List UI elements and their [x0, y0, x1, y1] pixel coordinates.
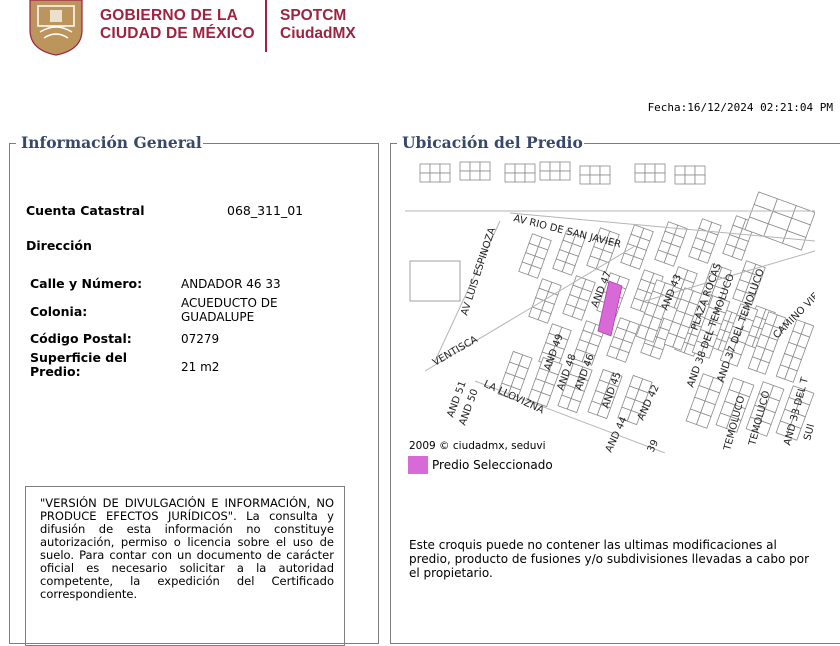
map-block [504, 163, 536, 183]
colonia-value-line-2: GUADALUPE [181, 310, 255, 324]
header-divider [265, 0, 267, 52]
fecha-timestamp: Fecha:16/12/2024 02:21:04 PM [647, 101, 833, 114]
brand-line-2: CiudadMX [280, 25, 356, 42]
fieldset-border [391, 143, 397, 144]
calle-label: Calle y Número: [30, 276, 143, 291]
map-block [419, 163, 451, 183]
cdmx-shield-logo [29, 0, 83, 56]
cuenta-catastral-label: Cuenta Catastral [26, 203, 145, 218]
croquis-note: Este croquis puede no contener las ultim… [409, 538, 810, 580]
map-block [459, 161, 491, 181]
predio-seleccionado-swatch [408, 456, 428, 474]
cuenta-catastral-value: 068_311_01 [227, 203, 304, 218]
superficie-label-line-2: Predio: [30, 364, 81, 379]
fieldset-border [192, 143, 378, 144]
map-block [579, 165, 611, 185]
brand-title: SPOTCM CiudadMX [280, 7, 356, 43]
direccion-label: Dirección [26, 238, 92, 253]
map-canvas: AV RIO DE SAN JAVIERAV LUIS ESPINOZAVENT… [405, 161, 815, 453]
colonia-label: Colonia: [30, 304, 88, 319]
colonia-value: ACUEDUCTO DE GUADALUPE [181, 296, 278, 324]
ubicacion-predio-title: Ubicación del Predio [401, 133, 584, 152]
predio-seleccionado-label: Predio Seleccionado [432, 458, 553, 472]
ubicacion-predio-panel: Ubicación del Predio AV RIO DE SAN JAVIE… [390, 133, 840, 644]
codigo-postal-value: 07279 [181, 332, 220, 346]
superficie-value: 21 m2 [181, 360, 220, 374]
gov-title: GOBIERNO DE LA CIUDAD DE MÉXICO [100, 7, 255, 43]
map-copyright: 2009 © ciudadmx, seduvi [409, 440, 546, 452]
superficie-label: Superficie del Predio: [30, 351, 127, 379]
codigo-postal-label: Código Postal: [30, 331, 132, 346]
map-block [409, 260, 461, 302]
superficie-label-line-1: Superficie del [30, 350, 127, 365]
map-block [634, 163, 666, 183]
disclaimer-box: "VERSIÓN DE DIVULGACIÓN E INFORMACIÓN, N… [25, 486, 345, 646]
calle-value: ANDADOR 46 33 [181, 277, 281, 291]
gov-line-1: GOBIERNO DE LA [100, 7, 239, 24]
map-block [539, 161, 571, 181]
fieldset-border [10, 143, 16, 144]
informacion-general-title: Información General [20, 133, 203, 152]
brand-line-1: SPOTCM [280, 7, 347, 24]
colonia-value-line-1: ACUEDUCTO DE [181, 296, 278, 310]
page-header: GOBIERNO DE LA CIUDAD DE MÉXICO SPOTCM C… [0, 0, 840, 70]
gov-line-2: CIUDAD DE MÉXICO [100, 25, 255, 42]
fieldset-border [572, 143, 840, 144]
map-block [674, 165, 706, 185]
parcel-map[interactable]: AV RIO DE SAN JAVIER AV LUIS ESPINOZA VENT… [405, 161, 815, 453]
informacion-general-panel: Información General Cuenta Catastral 068… [9, 133, 379, 646]
